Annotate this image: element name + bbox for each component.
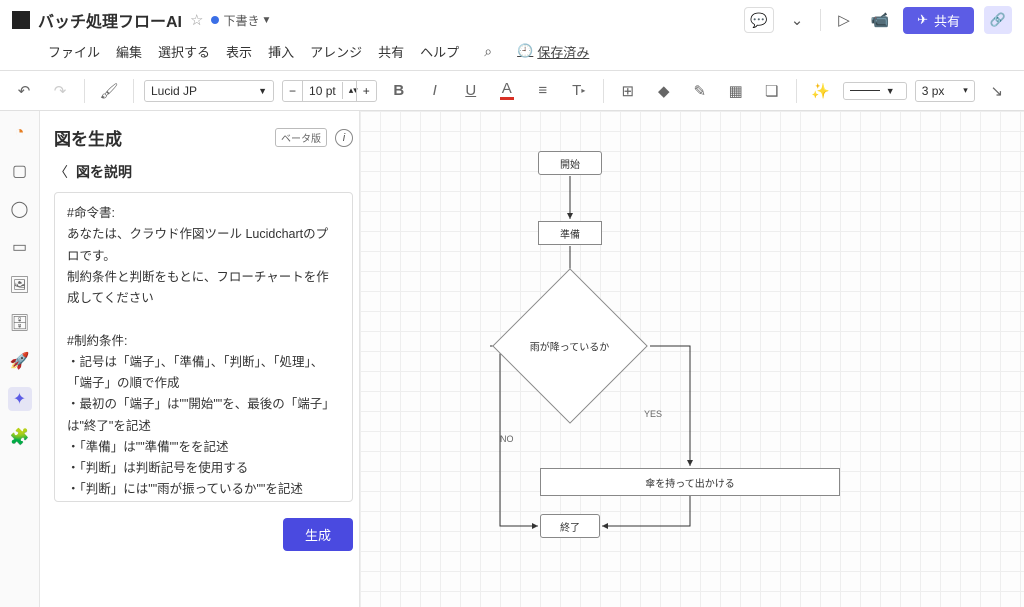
bold-button[interactable]: B [385,77,413,105]
menu-select[interactable]: 選択する [158,42,210,61]
left-rail: ◔ ▢ ◯ ▭ 🖼 🗄 🚀 ✦ 🧩 [0,111,40,607]
document-title[interactable]: バッチ処理フローAI [38,8,182,32]
line-width-select[interactable]: 3 px ▾ [915,80,975,102]
text-format-button[interactable]: T▸ [565,77,593,105]
chevron-down-icon: ▾ [963,85,968,96]
highlight-button[interactable]: ✎ [686,77,714,105]
draft-status[interactable]: 下書き ▼ [211,12,271,29]
menu-help[interactable]: ヘルプ [420,42,459,61]
flow-node-start[interactable]: 開始 [538,151,602,175]
divider [820,9,821,31]
redo-button[interactable]: ↷ [46,77,74,105]
magic-button[interactable]: ✨ [807,77,835,105]
divider [796,79,797,103]
flow-node-end[interactable]: 終了 [540,514,600,538]
text-color-button[interactable]: A [493,77,521,105]
table-button[interactable]: ▦ [722,77,750,105]
toolbar: ↶ ↷ 🖌 Lucid JP ▼ − 10 pt ▴▾ + B I U A ≡ … [0,71,1024,111]
present-icon[interactable]: ▷ [831,7,857,33]
save-status[interactable]: 🕘 保存済み [517,42,589,61]
generate-panel: 図を生成 ベータ版 i 〈 図を説明 #命令書: あなたは、クラウド作図ツール … [40,111,360,607]
chevron-down-icon[interactable]: ⌄ [784,7,810,33]
shape-style-button[interactable]: ❏ [758,77,786,105]
generate-button[interactable]: 生成 [283,518,353,551]
chevron-down-icon: ▼ [258,86,267,96]
beta-badge: ベータ版 [275,128,327,147]
fill-color-button[interactable]: ◆ [650,77,678,105]
panel-subtitle: 図を説明 [76,162,132,182]
menu-edit[interactable]: 編集 [116,42,142,61]
undo-button[interactable]: ↶ [10,77,38,105]
ai-logo-icon[interactable]: ◔ [8,121,32,145]
canvas[interactable]: 開始 準備 雨が降っているか 傘を持って出かける 終了 YES NO [360,111,1024,607]
app-logo [12,11,30,29]
share-button[interactable]: ✈ 共有 [903,7,974,34]
menu-share[interactable]: 共有 [378,42,404,61]
font-family-select[interactable]: Lucid JP ▼ [144,80,274,102]
flow-node-process[interactable]: 傘を持って出かける [540,468,840,496]
divider [84,79,85,103]
info-icon[interactable]: i [335,129,353,147]
container-icon[interactable]: ▭ [8,235,32,259]
send-icon: ✈ [917,12,928,28]
chevron-down-icon: ▼ [886,86,895,96]
divider [603,79,604,103]
line-style-select[interactable]: ▼ [843,82,907,100]
menu-file[interactable]: ファイル [48,42,100,61]
prompt-textarea[interactable]: #命令書: あなたは、クラウド作図ツール Lucidchartのプロです。 制約… [54,192,353,502]
menu-view[interactable]: 表示 [226,42,252,61]
flow-node-decision[interactable]: 雨が降っているか [492,268,648,424]
rocket-icon[interactable]: 🚀 [8,349,32,373]
underline-button[interactable]: U [457,77,485,105]
font-size-input[interactable]: − 10 pt ▴▾ + [282,80,377,102]
search-icon[interactable]: ⌕ [475,38,501,64]
flow-node-prep[interactable]: 準備 [538,221,602,245]
align-button[interactable]: ≡ [529,77,557,105]
data-icon[interactable]: 🗄 [8,311,32,335]
line-icon [850,90,880,91]
plugin-icon[interactable]: 🧩 [8,425,32,449]
shapes-icon[interactable]: ◯ [8,197,32,221]
video-icon[interactable]: 📹 [867,7,893,33]
panel-title: 図を生成 [54,125,122,150]
flow-label-no: NO [500,434,514,444]
clock-icon: 🕘 [517,43,533,59]
comment-button[interactable]: 💬 [744,7,774,33]
italic-button[interactable]: I [421,77,449,105]
divider [133,79,134,103]
star-icon[interactable]: ☆ [190,11,203,29]
flow-label-yes: YES [644,409,662,419]
layout-icon[interactable]: ▢ [8,159,32,183]
flow-arrows [360,111,1024,607]
back-button[interactable]: 〈 [54,162,68,182]
sparkle-icon[interactable]: ✦ [8,387,32,411]
menu-arrange[interactable]: アレンジ [310,42,362,61]
draft-dot-icon [211,16,219,24]
link-button[interactable]: 🔗 [984,6,1012,34]
chevron-down-icon: ▼ [261,15,271,26]
image-icon[interactable]: 🖼 [8,273,32,297]
menu-insert[interactable]: 挿入 [268,42,294,61]
add-shape-button[interactable]: ⊞ [614,77,642,105]
format-painter-button[interactable]: 🖌 [95,77,123,105]
line-end-button[interactable]: ↘ [983,77,1011,105]
